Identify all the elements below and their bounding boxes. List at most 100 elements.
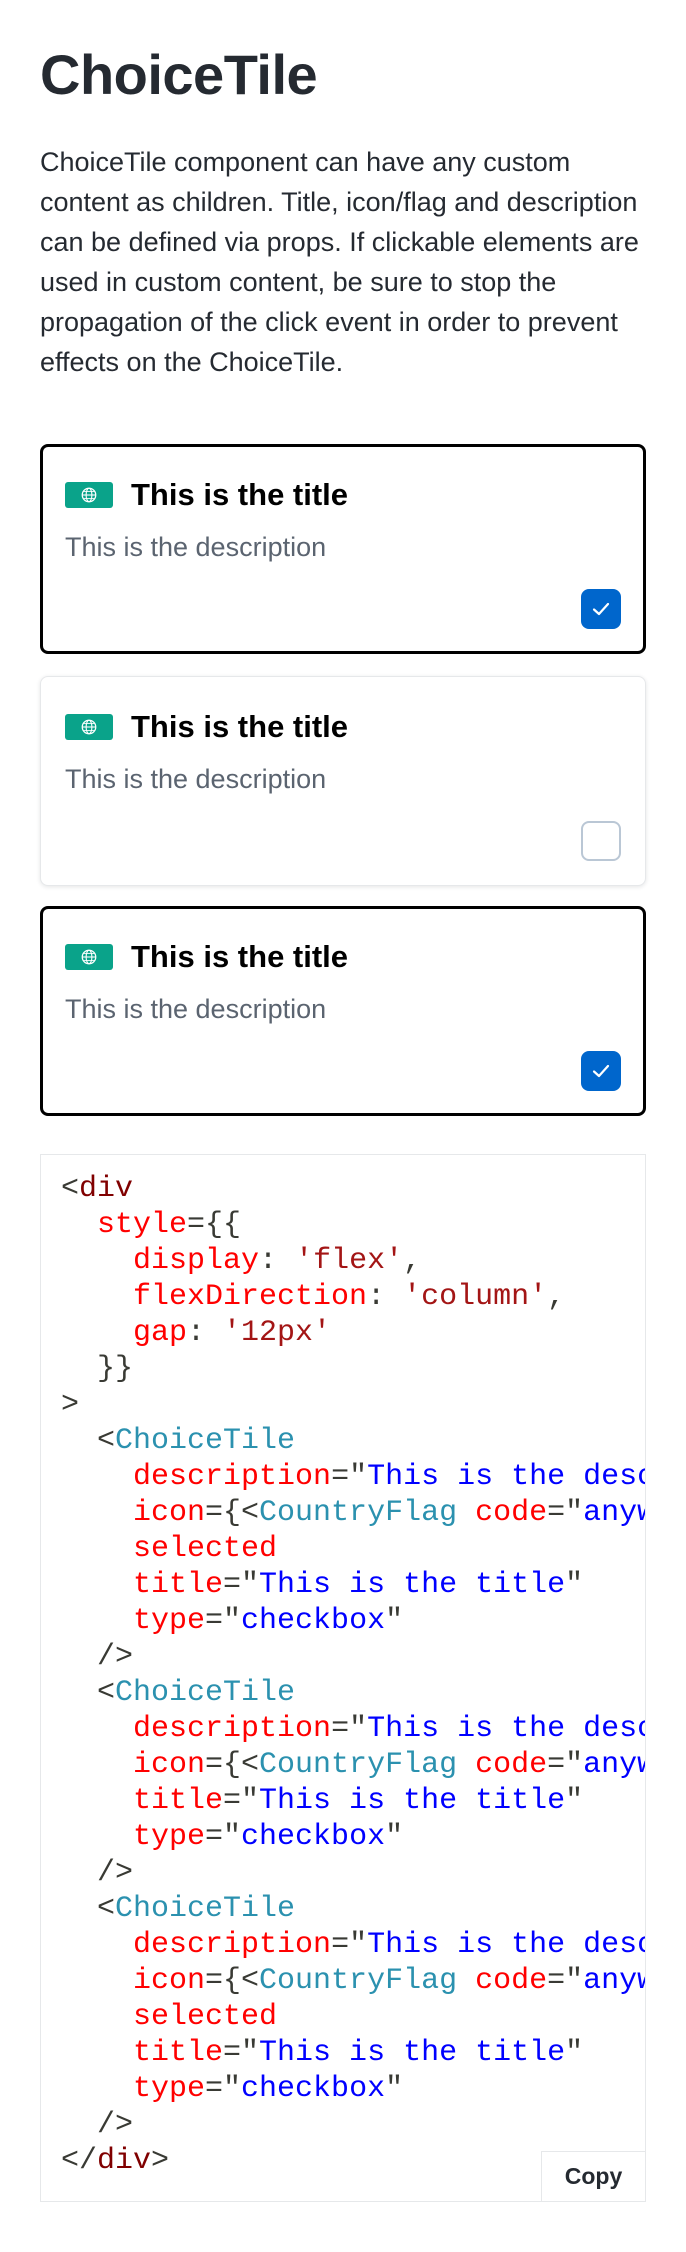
code-token: /> bbox=[61, 1856, 134, 1890]
checkbox-unchecked[interactable] bbox=[581, 821, 621, 861]
code-token: =" bbox=[205, 2072, 242, 2106]
code-token: ChoiceTile bbox=[115, 1424, 296, 1458]
choice-tile-3[interactable]: This is the title This is the descriptio… bbox=[40, 906, 646, 1116]
code-token: title bbox=[133, 1568, 224, 1602]
code-token: title bbox=[133, 2036, 224, 2070]
code-token: < bbox=[61, 1676, 116, 1710]
code-token: < bbox=[61, 1172, 80, 1206]
code-token: type bbox=[133, 1604, 206, 1638]
code-token: '12px' bbox=[223, 1316, 332, 1350]
code-line: > bbox=[61, 1387, 645, 1423]
code-token: checkbox bbox=[241, 1604, 386, 1638]
code-token: ={{ bbox=[187, 1208, 242, 1242]
code-token: =" bbox=[223, 1784, 260, 1818]
code-token: " bbox=[385, 2072, 404, 2106]
code-line: /> bbox=[61, 2107, 645, 2143]
code-token: =" bbox=[223, 2036, 260, 2070]
code-token: This is the title bbox=[259, 1568, 566, 1602]
code-line: description="This is the description" bbox=[61, 1711, 645, 1747]
tile-title: This is the title bbox=[131, 709, 349, 744]
code-token: anywhere bbox=[583, 1964, 645, 1998]
code-token: icon bbox=[133, 1748, 206, 1782]
choice-tile-1[interactable]: This is the title This is the descriptio… bbox=[40, 444, 646, 654]
code-line: description="This is the description" bbox=[61, 1927, 645, 1963]
tile-description: This is the description bbox=[65, 994, 327, 1024]
globe-icon bbox=[65, 482, 113, 508]
code-token: This is the description bbox=[367, 1460, 645, 1494]
code-token: =" bbox=[547, 1964, 584, 1998]
choice-tile-2[interactable]: This is the title This is the descriptio… bbox=[40, 676, 646, 886]
code-token: style bbox=[97, 1208, 188, 1242]
code-token: code bbox=[475, 1964, 548, 1998]
code-token: gap bbox=[133, 1316, 188, 1350]
code-token: < bbox=[61, 1424, 116, 1458]
copy-button[interactable]: Copy bbox=[541, 2151, 645, 2201]
code-token: " bbox=[565, 2036, 584, 2070]
page-title: ChoiceTile bbox=[40, 43, 318, 106]
code-token: anywhere bbox=[583, 1496, 645, 1530]
code-token: selected bbox=[133, 1532, 278, 1566]
code-line: title="This is the title" bbox=[61, 2035, 645, 2071]
code-line: flexDirection: 'column', bbox=[61, 1279, 645, 1315]
code-token: </ bbox=[61, 2144, 98, 2178]
code-token: CountryFlag bbox=[259, 1964, 458, 1998]
code-token: /> bbox=[61, 1640, 134, 1674]
code-token: ={< bbox=[205, 1496, 260, 1530]
code-token: : bbox=[187, 1316, 224, 1350]
code-line: icon={<CountryFlag code="anywhere" />} bbox=[61, 1963, 645, 1999]
code-content: <div style={{ display: 'flex', flexDirec… bbox=[61, 1171, 645, 2179]
code-token: flexDirection bbox=[133, 1280, 368, 1314]
code-token: anywhere bbox=[583, 1748, 645, 1782]
code-token: This is the title bbox=[259, 1784, 566, 1818]
code-token: type bbox=[133, 1820, 206, 1854]
code-token: checkbox bbox=[241, 2072, 386, 2106]
tile-header: This is the title bbox=[65, 707, 348, 747]
code-token: description bbox=[133, 1712, 332, 1746]
code-token: ChoiceTile bbox=[115, 1892, 296, 1926]
globe-icon bbox=[65, 944, 113, 970]
code-block[interactable]: <div style={{ display: 'flex', flexDirec… bbox=[40, 1154, 646, 2202]
code-line: description="This is the description" bbox=[61, 1459, 645, 1495]
code-token: =" bbox=[331, 1460, 368, 1494]
code-line: type="checkbox" bbox=[61, 1819, 645, 1855]
code-token: =" bbox=[547, 1748, 584, 1782]
code-token: : bbox=[259, 1244, 296, 1278]
code-token: display bbox=[133, 1244, 260, 1278]
checkbox-checked[interactable] bbox=[581, 1051, 621, 1091]
code-token: " bbox=[385, 1820, 404, 1854]
code-token: icon bbox=[133, 1496, 206, 1530]
code-token: ={< bbox=[205, 1964, 260, 1998]
code-line: type="checkbox" bbox=[61, 1603, 645, 1639]
code-line: <ChoiceTile bbox=[61, 1423, 645, 1459]
code-token: code bbox=[475, 1496, 548, 1530]
code-token: ChoiceTile bbox=[115, 1676, 296, 1710]
checkbox-checked[interactable] bbox=[581, 589, 621, 629]
code-line: display: 'flex', bbox=[61, 1243, 645, 1279]
code-line: selected bbox=[61, 1999, 645, 2035]
tile-header: This is the title bbox=[65, 475, 348, 515]
code-token: " bbox=[385, 1604, 404, 1638]
code-token: icon bbox=[133, 1964, 206, 1998]
code-token: > bbox=[151, 2144, 170, 2178]
code-token: , bbox=[547, 1280, 566, 1314]
code-token: =" bbox=[223, 1568, 260, 1602]
code-token: description bbox=[133, 1928, 332, 1962]
code-token: > bbox=[61, 1388, 80, 1422]
code-line: <div bbox=[61, 1171, 645, 1207]
code-line: }} bbox=[61, 1351, 645, 1387]
code-token: < bbox=[61, 1892, 116, 1926]
code-token: =" bbox=[547, 1496, 584, 1530]
code-token: This is the title bbox=[259, 2036, 566, 2070]
tile-description: This is the description bbox=[65, 532, 327, 562]
